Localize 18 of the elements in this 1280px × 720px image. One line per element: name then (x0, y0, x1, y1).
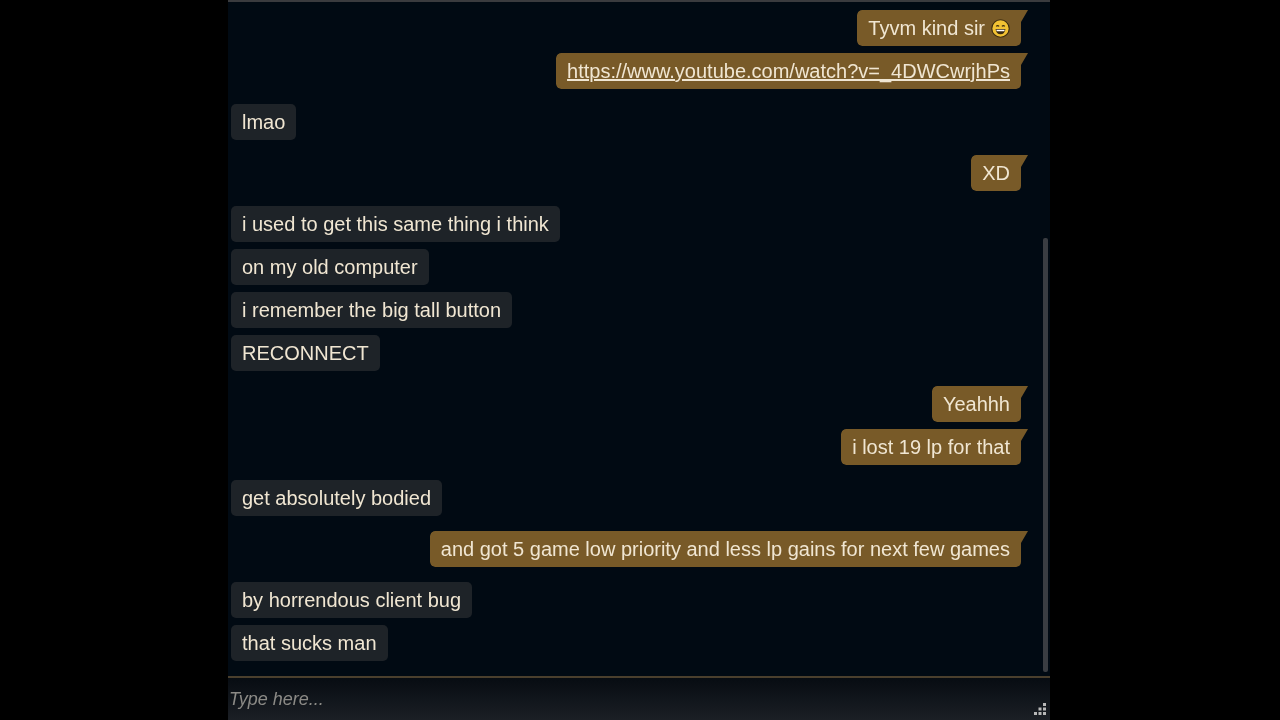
message-text: i remember the big tall button (242, 299, 502, 321)
message-text: lmao (242, 111, 286, 133)
message-text: on my old computer (242, 256, 418, 278)
message-text: Tyvm kind sir (868, 17, 985, 39)
scrollbar-thumb[interactable] (1043, 238, 1048, 672)
message-text: that sucks man (242, 632, 377, 654)
message-input[interactable]: Type here... (228, 676, 1050, 720)
smiley-icon (991, 18, 1010, 38)
message-link[interactable]: https://www.youtube.com/watch?v=_4DWCwrjhPs (567, 60, 1010, 82)
message-text: by horrendous client bug (242, 589, 462, 611)
message-text: i lost 19 lp for that (852, 436, 1010, 458)
message-text: Yeahhh (942, 393, 1010, 415)
message-text: XD (982, 162, 1010, 184)
message-text: i used to get this same thing i think (242, 213, 549, 235)
message-text: get absolutely bodied (242, 487, 432, 509)
resize-grip-icon[interactable] (1034, 703, 1046, 715)
message-text: RECONNECT (242, 342, 369, 364)
message-text: and got 5 game low priority and less lp gains for next few games (440, 538, 1010, 560)
